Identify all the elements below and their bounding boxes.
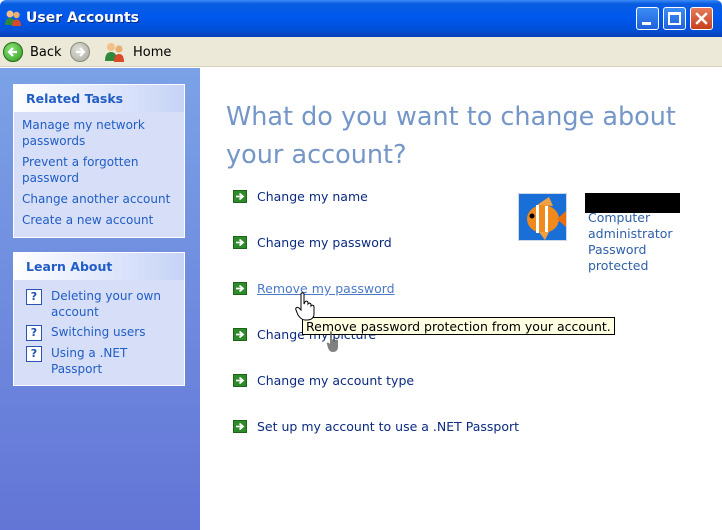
action-label[interactable]: Change my name — [257, 189, 368, 204]
help-icon: ? — [26, 289, 42, 305]
account-details: Computer administrator Password protecte… — [588, 210, 698, 274]
tooltip: Remove password protection from your acc… — [302, 317, 615, 335]
page-title: What do you want to change about your ac… — [226, 102, 676, 170]
learn-item-label[interactable]: Deleting your own account — [51, 288, 176, 320]
learn-about-header[interactable]: Learn About — [14, 253, 184, 280]
action-label[interactable]: Change my password — [257, 235, 392, 250]
learn-deleting-account[interactable]: ? Deleting your own account — [22, 288, 176, 320]
related-tasks-header[interactable]: Related Tasks — [14, 85, 184, 112]
action-label[interactable]: Set up my account to use a .NET Passport — [257, 419, 519, 434]
help-icon: ? — [26, 325, 42, 341]
home-button[interactable]: Home — [104, 41, 171, 63]
green-arrow-icon — [233, 328, 247, 341]
minimize-button[interactable] — [636, 7, 659, 30]
back-arrow-icon — [3, 42, 23, 62]
forward-button[interactable] — [70, 41, 90, 63]
related-tasks-box: Related Tasks Manage my network password… — [13, 84, 185, 238]
learn-net-passport[interactable]: ? Using a .NET Passport — [22, 345, 176, 377]
learn-switching-users[interactable]: ? Switching users — [22, 324, 176, 341]
action-setup-net-passport[interactable]: Set up my account to use a .NET Passport — [233, 419, 519, 434]
close-button[interactable] — [690, 7, 713, 30]
task-pane: Related Tasks Manage my network password… — [0, 68, 200, 530]
action-change-name[interactable]: Change my name — [233, 189, 368, 204]
learn-item-label[interactable]: Switching users — [51, 324, 145, 340]
green-arrow-icon — [233, 420, 247, 433]
users-home-icon — [105, 43, 124, 62]
learn-item-label[interactable]: Using a .NET Passport — [51, 345, 176, 377]
home-label: Home — [133, 44, 172, 60]
maximize-button[interactable] — [663, 7, 686, 30]
back-button[interactable]: Back — [3, 41, 62, 63]
action-label[interactable]: Remove my password — [257, 281, 395, 296]
green-arrow-icon — [233, 374, 247, 387]
learn-about-box: Learn About ? Deleting your own account … — [13, 252, 185, 386]
close-icon — [695, 12, 708, 25]
fish-picture-icon — [519, 194, 566, 240]
account-type: Computer administrator — [588, 210, 673, 241]
forward-arrow-icon — [70, 42, 90, 62]
window-title: User Accounts — [26, 10, 139, 26]
green-arrow-icon — [233, 282, 247, 295]
task-prevent-forgotten-password[interactable]: Prevent a forgotten password — [22, 154, 176, 186]
title-bar: User Accounts — [0, 0, 722, 37]
maximize-icon — [668, 12, 681, 25]
hand-cursor-icon — [295, 292, 315, 321]
account-picture[interactable] — [518, 193, 567, 241]
minimize-icon — [642, 22, 651, 25]
shadow-cursor-icon — [326, 331, 338, 352]
action-change-password[interactable]: Change my password — [233, 235, 392, 250]
action-label[interactable]: Change my account type — [257, 373, 414, 388]
task-change-another-account[interactable]: Change another account — [22, 191, 176, 207]
task-create-new-account[interactable]: Create a new account — [22, 212, 176, 228]
navigation-toolbar: Back Home — [0, 37, 722, 67]
account-password-status: Password protected — [588, 242, 649, 273]
help-icon: ? — [26, 346, 42, 362]
green-arrow-icon — [233, 190, 247, 203]
back-label: Back — [30, 44, 62, 60]
action-change-account-type[interactable]: Change my account type — [233, 373, 414, 388]
users-icon — [5, 10, 21, 26]
green-arrow-icon — [233, 236, 247, 249]
task-manage-network-passwords[interactable]: Manage my network passwords — [22, 117, 176, 149]
